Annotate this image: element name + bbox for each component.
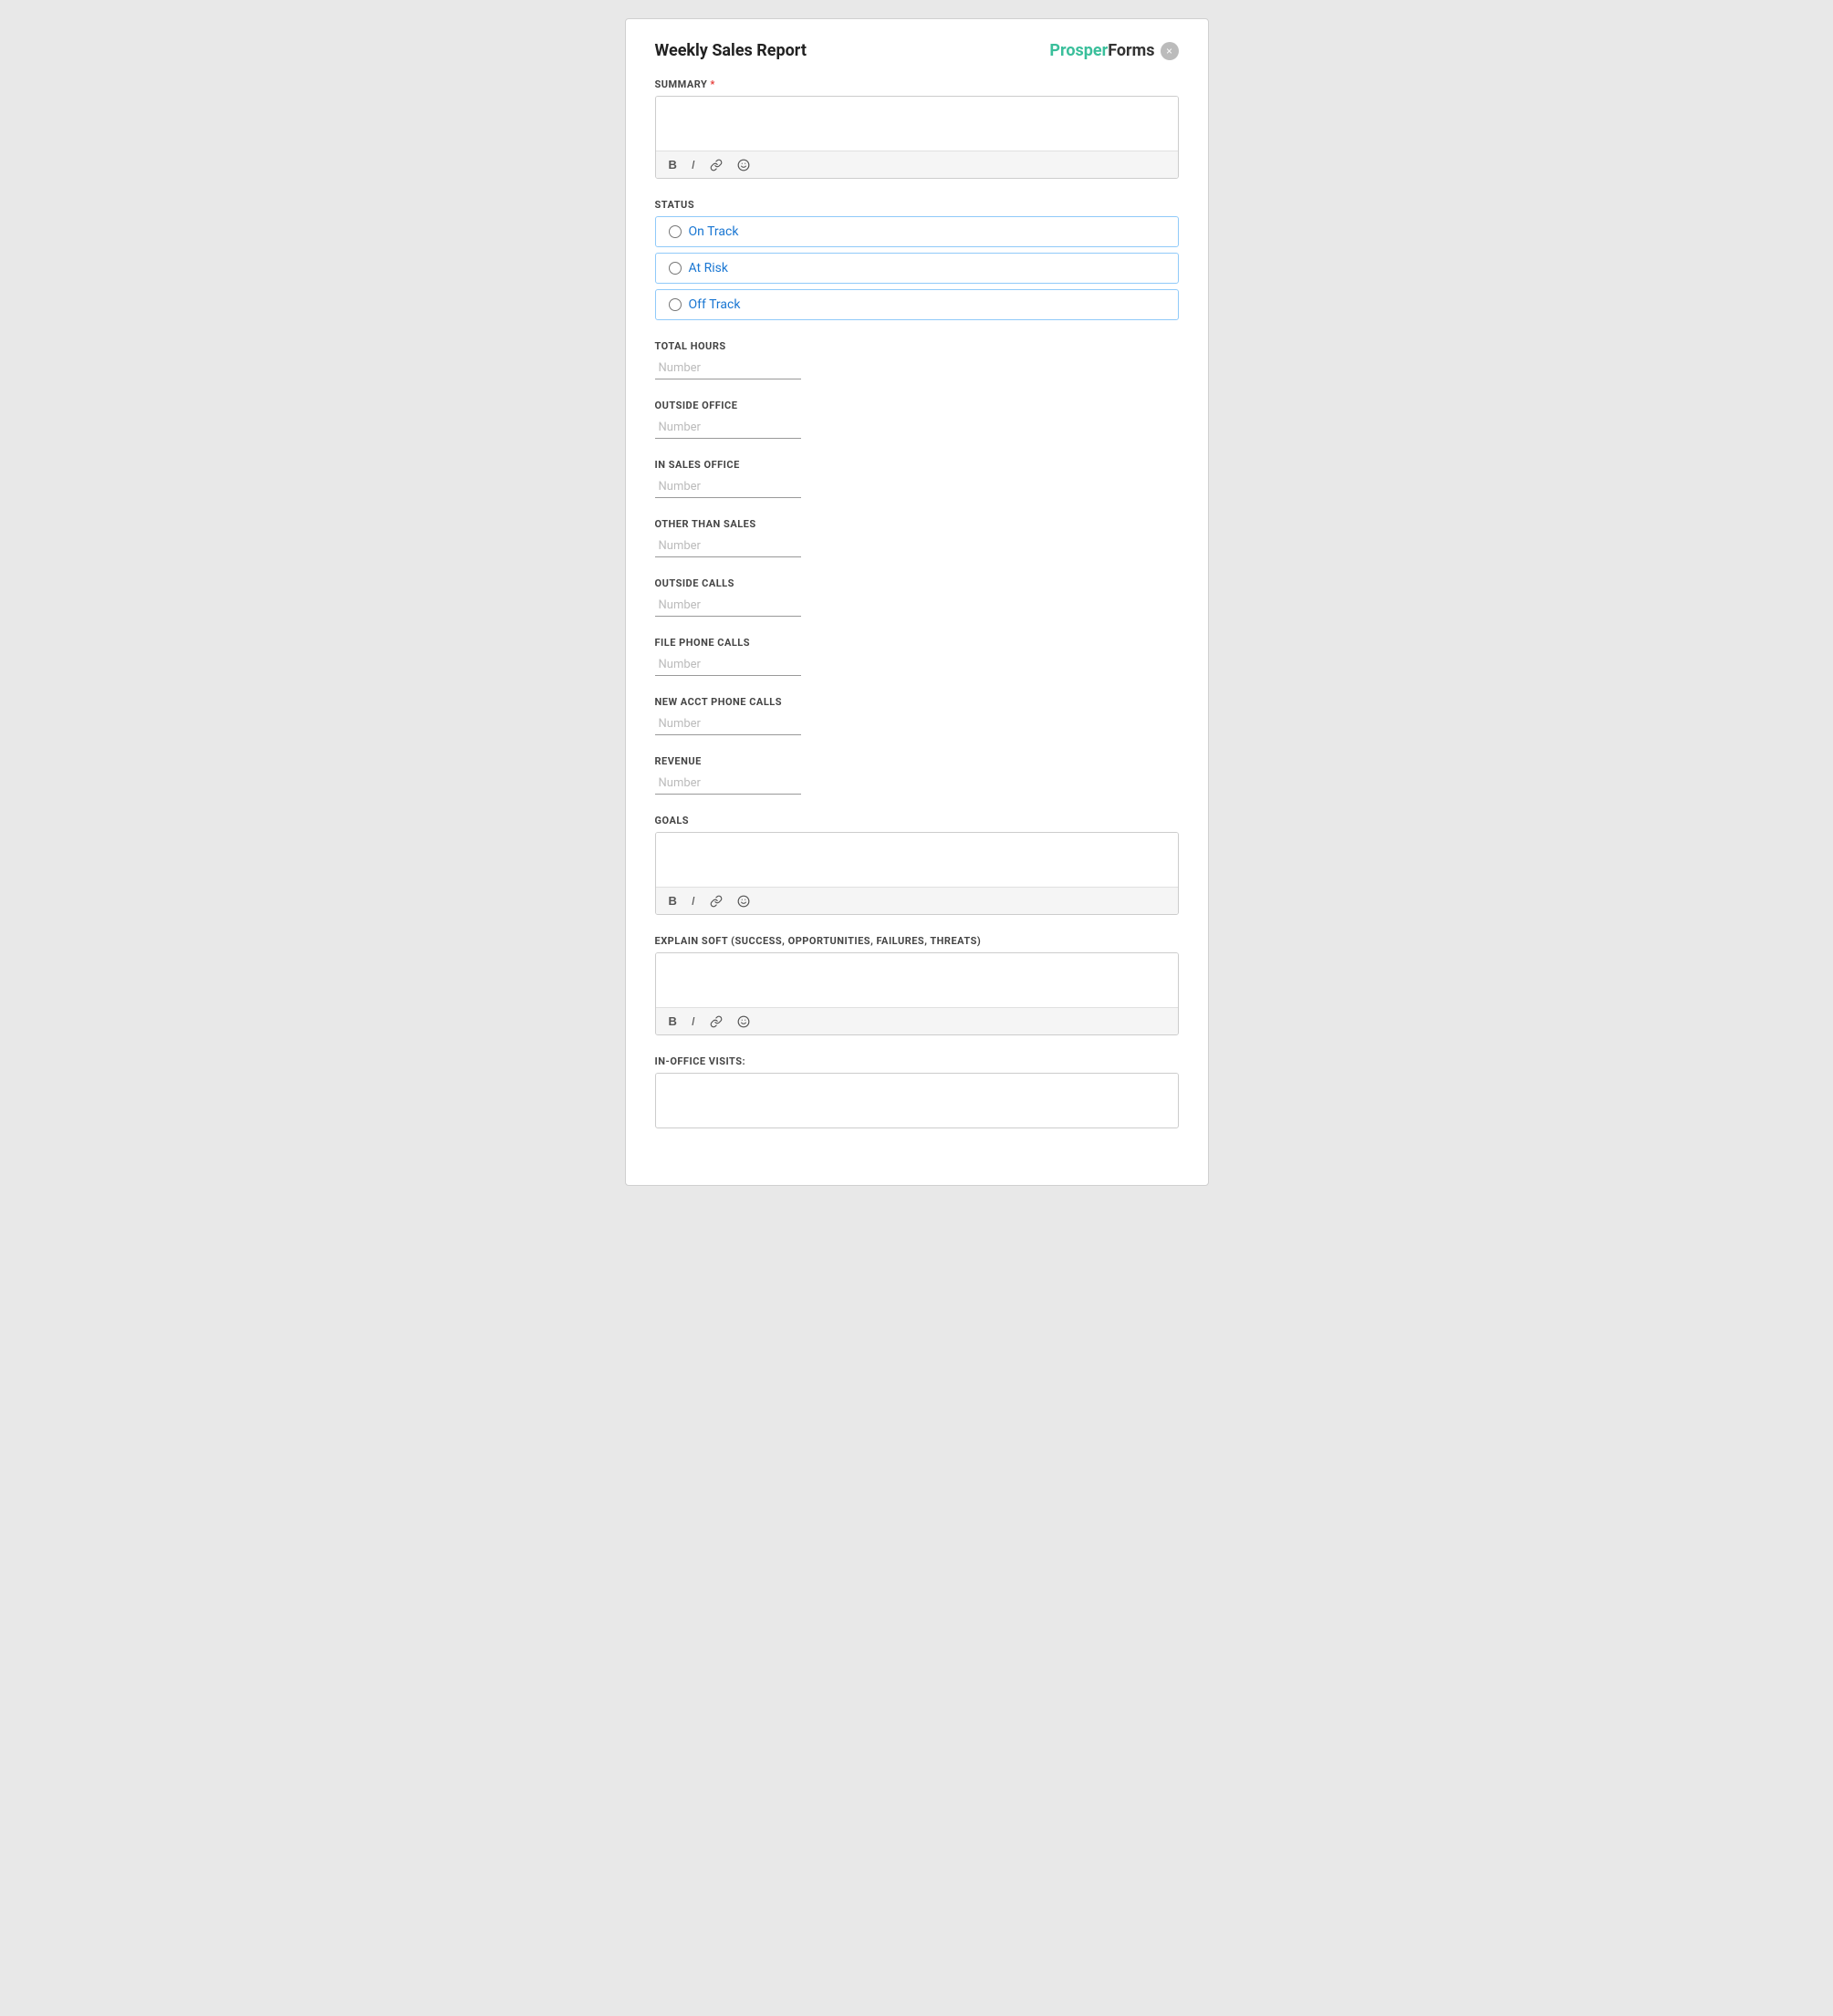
revenue-label: REVENUE	[655, 755, 1179, 767]
summary-section: SUMMARY* B I	[655, 78, 1179, 179]
goals-link-button[interactable]	[706, 893, 726, 909]
status-label: STATUS	[655, 199, 1179, 211]
outside-office-wrapper	[655, 417, 801, 439]
in-sales-office-wrapper	[655, 476, 801, 498]
summary-toolbar: B I	[656, 151, 1178, 178]
goals-emoji-button[interactable]	[734, 893, 754, 909]
status-off-track-radio[interactable]	[669, 298, 682, 311]
explain-soft-bold-button[interactable]: B	[665, 1013, 681, 1030]
revenue-wrapper	[655, 773, 801, 795]
explain-soft-emoji-button[interactable]	[734, 1013, 754, 1030]
file-phone-calls-label: FILE PHONE CALLS	[655, 637, 1179, 649]
in-sales-office-section: IN SALES OFFICE	[655, 459, 1179, 498]
new-acct-phone-calls-label: NEW ACCT PHONE CALLS	[655, 696, 1179, 708]
explain-soft-toolbar: B I	[656, 1007, 1178, 1034]
outside-office-input[interactable]	[655, 417, 801, 439]
total-hours-section: TOTAL HOURS	[655, 340, 1179, 379]
status-on-track[interactable]: On Track	[655, 216, 1179, 247]
required-indicator: *	[710, 78, 715, 90]
summary-label: SUMMARY*	[655, 78, 1179, 90]
outside-office-section: OUTSIDE OFFICE	[655, 400, 1179, 439]
brand-prosper: Prosper	[1049, 41, 1108, 60]
goals-label: GOALS	[655, 815, 1179, 826]
form-header: Weekly Sales Report ProsperForms ×	[655, 41, 1179, 60]
outside-calls-label: OUTSIDE CALLS	[655, 577, 1179, 589]
other-than-sales-input[interactable]	[655, 535, 801, 557]
in-office-visits-rich-text-box	[655, 1073, 1179, 1128]
goals-input[interactable]	[656, 833, 1178, 883]
explain-soft-italic-button[interactable]: I	[688, 1013, 699, 1030]
status-at-risk-radio[interactable]	[669, 262, 682, 275]
status-at-risk-label: At Risk	[689, 261, 728, 275]
goals-italic-button[interactable]: I	[688, 892, 699, 909]
new-acct-phone-calls-input[interactable]	[655, 713, 801, 735]
outside-calls-input[interactable]	[655, 595, 801, 617]
outside-office-label: OUTSIDE OFFICE	[655, 400, 1179, 411]
status-section: STATUS On Track At Risk Off Track	[655, 199, 1179, 320]
goals-bold-button[interactable]: B	[665, 892, 681, 909]
explain-soft-label: EXPLAIN SOFT (SUCCESS, OPPORTUNITIES, FA…	[655, 935, 1179, 947]
brand-forms: Forms	[1108, 41, 1154, 60]
brand-area: ProsperForms ×	[1049, 41, 1178, 60]
summary-link-button[interactable]	[706, 157, 726, 173]
new-acct-phone-calls-section: NEW ACCT PHONE CALLS	[655, 696, 1179, 735]
other-than-sales-section: OTHER THAN SALES	[655, 518, 1179, 557]
file-phone-calls-section: FILE PHONE CALLS	[655, 637, 1179, 676]
summary-rich-text-box: B I	[655, 96, 1179, 179]
summary-input[interactable]	[656, 97, 1178, 147]
total-hours-input[interactable]	[655, 358, 801, 379]
explain-soft-rich-text-box: B I	[655, 952, 1179, 1035]
outside-calls-wrapper	[655, 595, 801, 617]
explain-soft-section: EXPLAIN SOFT (SUCCESS, OPPORTUNITIES, FA…	[655, 935, 1179, 1035]
brand-logo: ProsperForms	[1049, 41, 1154, 60]
summary-italic-button[interactable]: I	[688, 156, 699, 173]
goals-toolbar: B I	[656, 887, 1178, 914]
summary-emoji-button[interactable]	[734, 157, 754, 173]
form-container: Weekly Sales Report ProsperForms × SUMMA…	[625, 18, 1209, 1186]
file-phone-calls-wrapper	[655, 654, 801, 676]
explain-soft-input[interactable]	[656, 953, 1178, 1003]
new-acct-phone-calls-wrapper	[655, 713, 801, 735]
file-phone-calls-input[interactable]	[655, 654, 801, 676]
form-title: Weekly Sales Report	[655, 41, 807, 60]
status-on-track-label: On Track	[689, 224, 739, 239]
total-hours-wrapper	[655, 358, 801, 379]
status-off-track[interactable]: Off Track	[655, 289, 1179, 320]
goals-section: GOALS B I	[655, 815, 1179, 915]
close-button[interactable]: ×	[1161, 42, 1179, 60]
revenue-input[interactable]	[655, 773, 801, 795]
status-on-track-radio[interactable]	[669, 225, 682, 238]
status-off-track-label: Off Track	[689, 297, 741, 312]
revenue-section: REVENUE	[655, 755, 1179, 795]
other-than-sales-label: OTHER THAN SALES	[655, 518, 1179, 530]
in-office-visits-section: IN-OFFICE VISITS:	[655, 1055, 1179, 1128]
in-sales-office-input[interactable]	[655, 476, 801, 498]
in-office-visits-label: IN-OFFICE VISITS:	[655, 1055, 1179, 1067]
explain-soft-link-button[interactable]	[706, 1013, 726, 1030]
status-at-risk[interactable]: At Risk	[655, 253, 1179, 284]
other-than-sales-wrapper	[655, 535, 801, 557]
goals-rich-text-box: B I	[655, 832, 1179, 915]
in-sales-office-label: IN SALES OFFICE	[655, 459, 1179, 471]
outside-calls-section: OUTSIDE CALLS	[655, 577, 1179, 617]
summary-bold-button[interactable]: B	[665, 156, 681, 173]
total-hours-label: TOTAL HOURS	[655, 340, 1179, 352]
in-office-visits-input[interactable]	[656, 1074, 1178, 1124]
